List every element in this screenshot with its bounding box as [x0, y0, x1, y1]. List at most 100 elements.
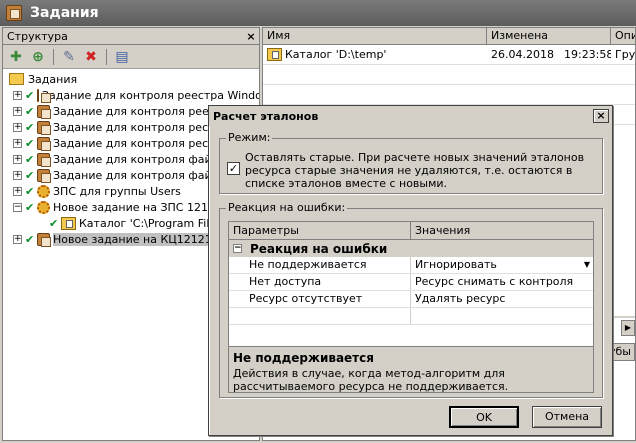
table-row[interactable]: Каталог 'D:\temp' 26.04.2018 19:23:58 Гр… [263, 45, 635, 65]
task-icon [37, 120, 51, 135]
not-supported-select[interactable]: Игнорировать ▼ [411, 257, 593, 273]
keep-old-checkbox[interactable]: ✓ [227, 162, 240, 175]
add-icon[interactable]: ✚ [7, 48, 25, 66]
check-icon: ✔ [25, 168, 35, 182]
property-row-missing[interactable]: Ресурс отсутствует Удалять ресурс [229, 291, 593, 308]
column-description[interactable]: Опис [611, 28, 635, 44]
task-icon [37, 232, 51, 247]
task-icon [37, 104, 51, 119]
check-icon: ✔ [25, 120, 35, 134]
column-params: Параметры [229, 222, 411, 239]
check-icon: ✔ [25, 200, 35, 214]
column-name[interactable]: Имя [263, 28, 487, 44]
tree-item[interactable]: + ✔ Задание для контроля реестра Windo [3, 87, 259, 103]
expand-icon[interactable]: + [13, 90, 22, 100]
table-row-empty [263, 85, 635, 105]
calc-standards-dialog: Расчет эталонов × Режим: ✓ Оставлять ста… [208, 105, 613, 436]
zps-icon [37, 184, 50, 198]
tree-item-root[interactable]: Задания [3, 71, 259, 87]
delete-icon[interactable]: ✖ [82, 48, 100, 66]
app-title-bar: Задания [0, 0, 636, 26]
dialog-title-bar: Расчет эталонов × [209, 106, 612, 126]
check-icon: ✔ [25, 104, 35, 118]
expand-icon[interactable]: + [13, 170, 22, 180]
structure-close-icon[interactable]: × [243, 30, 259, 43]
param-label: Не поддерживается [229, 257, 411, 273]
column-values: Значения [415, 224, 471, 237]
expand-icon[interactable]: + [13, 122, 22, 132]
tree-item-label: Новое задание на КЦ12121 [53, 232, 212, 246]
cell-description: Груп [615, 48, 636, 61]
errors-group-label: Реакция на ошибки: [226, 201, 348, 214]
empty-row [229, 308, 593, 325]
scroll-right-icon[interactable]: ▶ [621, 320, 635, 336]
tree-item-label: Новое задание на ЗПС 12121 [53, 200, 222, 214]
check-icon: ✔ [25, 136, 35, 150]
check-icon: ✔ [25, 152, 35, 166]
expand-icon[interactable]: + [13, 234, 22, 244]
check-icon: ✔ [25, 184, 35, 198]
collapse-icon[interactable]: − [233, 244, 242, 253]
cell-modified: 26.04.2018 19:23:58 [487, 48, 611, 61]
mode-group-label: Режим: [226, 131, 273, 144]
cell-name: Каталог 'D:\temp' [263, 48, 487, 61]
toolbar-divider [106, 48, 107, 65]
column-modified[interactable]: Изменена [487, 28, 611, 44]
description-panel: Не поддерживается Действия в случае, ког… [229, 346, 593, 393]
property-grid-header: Параметры Значения [229, 222, 593, 240]
tree-item-label: Задание для контроля файлов [53, 152, 232, 166]
check-icon: ✔ [49, 216, 59, 230]
check-icon: ✔ [25, 88, 35, 102]
tree-item-label: ЗПС для группы Users [53, 184, 181, 198]
folder-icon [9, 73, 24, 85]
mode-group: Режим: ✓ Оставлять старые. При расчете н… [219, 131, 603, 194]
keep-old-label: Оставлять старые. При расчете новых знач… [245, 151, 585, 190]
tree-item-label: Задание для контроля реестра Windo [42, 88, 259, 102]
list-header: Имя Изменена Опис [263, 28, 635, 45]
task-icon [37, 168, 51, 183]
task-icon [37, 136, 51, 151]
description-title: Не поддерживается [233, 351, 374, 365]
ok-button[interactable]: OK [449, 406, 519, 428]
collapse-icon[interactable]: − [13, 202, 22, 212]
add-subtask-icon[interactable]: ⊕ [29, 48, 47, 66]
keep-old-option[interactable]: ✓ Оставлять старые. При расчете новых зн… [227, 151, 599, 190]
tree-item-label: Задания [28, 72, 78, 86]
task-icon [37, 152, 51, 167]
check-icon: ✔ [25, 232, 35, 246]
properties-icon[interactable]: ▤ [113, 48, 131, 66]
dialog-title: Расчет эталонов [213, 109, 319, 123]
expand-icon[interactable]: + [13, 138, 22, 148]
expand-icon[interactable]: + [13, 154, 22, 164]
tree-item-label: Каталог 'C:\Program Files [79, 216, 222, 230]
catalog-icon [61, 216, 76, 230]
structure-panel-header: Структура × [3, 28, 259, 45]
structure-toolbar: ✚ ⊕ ✎ ✖ ▤ [3, 45, 259, 69]
structure-panel-title: Структура [7, 29, 68, 43]
no-access-value[interactable]: Ресурс снимать с контроля [411, 274, 593, 290]
empty-cell [229, 308, 411, 324]
param-label: Ресурс отсутствует [229, 291, 411, 307]
category-row[interactable]: − Реакция на ошибки [229, 240, 593, 257]
task-icon [37, 88, 51, 103]
expand-icon[interactable]: + [13, 186, 22, 196]
tree-item-label: Задание для контроля файлов [53, 168, 232, 182]
dialog-close-icon[interactable]: × [593, 109, 609, 123]
missing-value[interactable]: Удалять ресурс [411, 291, 593, 307]
property-grid: Параметры Значения − Реакция на ошибки Н… [228, 221, 594, 393]
cell-name-text: Каталог 'D:\temp' [285, 48, 387, 61]
tasks-app-icon [6, 5, 22, 21]
chevron-down-icon[interactable]: ▼ [581, 257, 593, 273]
select-value: Игнорировать [415, 258, 497, 271]
catalog-icon [267, 48, 282, 61]
cell-time: 19:23:58 [563, 48, 611, 61]
expand-icon[interactable]: + [13, 106, 22, 116]
edit-icon[interactable]: ✎ [60, 48, 78, 66]
errors-group: Реакция на ошибки: Параметры Значения − … [219, 201, 603, 398]
property-row-no-access[interactable]: Нет доступа Ресурс снимать с контроля [229, 274, 593, 291]
property-row-not-supported[interactable]: Не поддерживается Игнорировать ▼ [229, 257, 593, 274]
category-label: Реакция на ошибки [250, 241, 388, 256]
cancel-button[interactable]: Отмена [532, 406, 602, 428]
app-title: Задания [30, 5, 99, 21]
param-label: Нет доступа [229, 274, 411, 290]
